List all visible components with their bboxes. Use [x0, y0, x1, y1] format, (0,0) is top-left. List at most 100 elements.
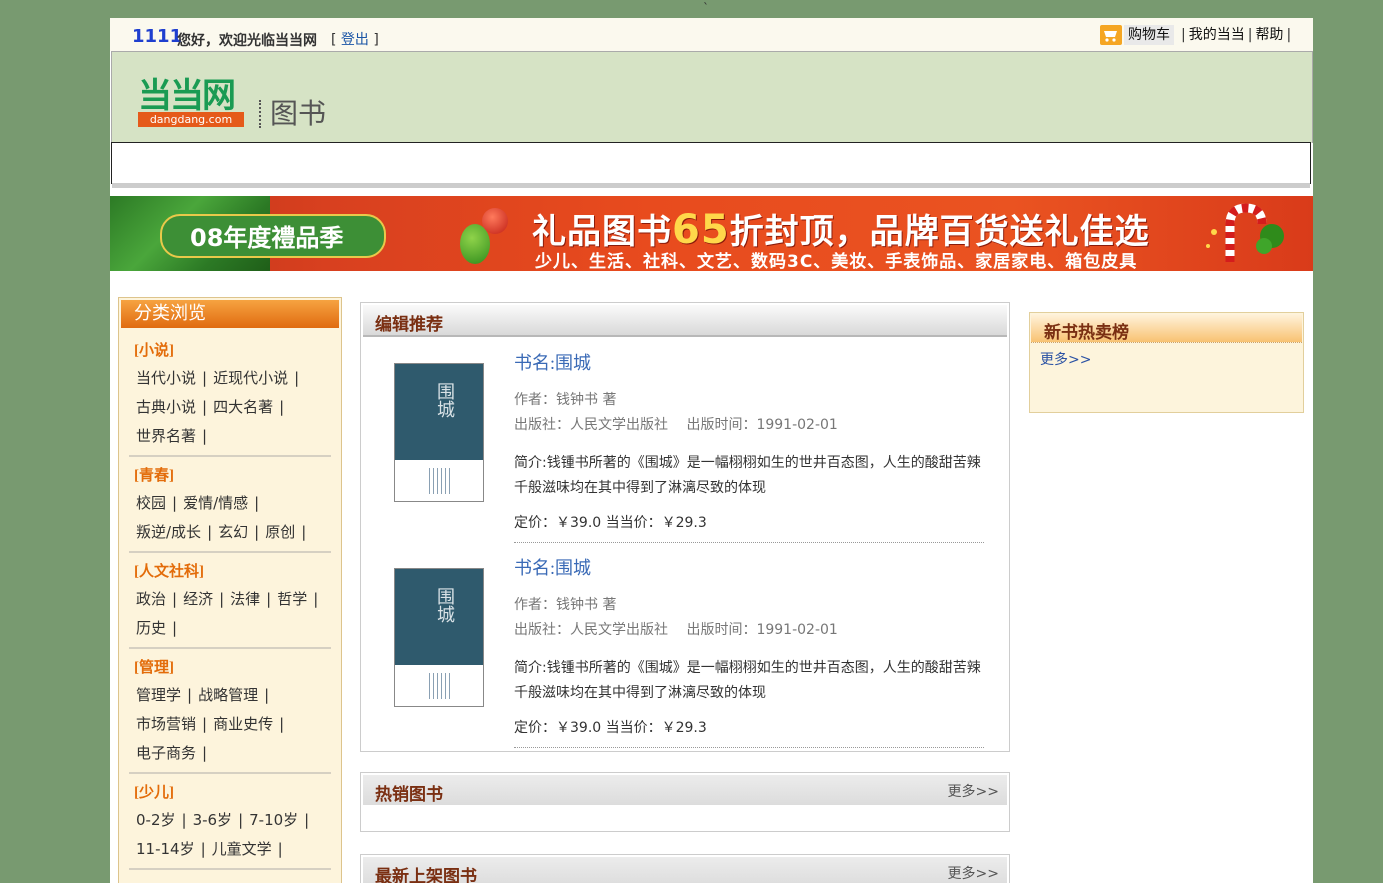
separator: |: [304, 811, 310, 829]
stray-mark: `: [703, 1, 709, 15]
separator: |: [172, 619, 178, 637]
category-list: [小说] 当代小说 | 近现代小说 | 古典小说 | 四大名著 | 世界名著 | [青春] 校园 | 爱情/…: [119, 332, 341, 870]
logo-divider: [259, 100, 263, 128]
category-line: 校园 | 爱情/情感 |: [129, 489, 331, 518]
ornament-icon: [482, 208, 508, 234]
book-publisher: 出版社：人民文学出版社 出版时间：1991-02-01: [514, 622, 838, 638]
my-dangdang-link[interactable]: 我的当当: [1189, 27, 1245, 43]
category-link[interactable]: 商业史传: [213, 715, 273, 733]
book-item: 围城 书名:围城 作者：钱钟书 著 出版社：人民文学出版社 出版时间：1991-…: [361, 508, 1009, 748]
help-link[interactable]: 帮助: [1255, 27, 1283, 43]
logo[interactable]: 当当网 dangdang.com: [138, 78, 244, 127]
book-cover[interactable]: 围城: [394, 363, 484, 502]
ranking-title: 新书热卖榜: [1044, 323, 1129, 343]
cart-icon[interactable]: [1100, 25, 1122, 45]
top-bar: 1111 您好，欢迎光临当当网 [ 登出 ] 购物车 | 我的当当 | 帮助 |: [110, 18, 1313, 51]
book-item: 围城 书名:围城 作者：钱钟书 著 出版社：人民文学出版社 出版时间：1991-…: [361, 303, 1009, 543]
separator: |: [202, 744, 208, 762]
logout-link[interactable]: 登出: [341, 32, 369, 48]
category-link[interactable]: 电子商务: [136, 744, 196, 762]
category-link[interactable]: 世界名著: [136, 427, 196, 445]
category-link[interactable]: 爱情/情感: [183, 494, 248, 512]
category-title[interactable]: [青春]: [129, 463, 331, 489]
book-description: 简介:钱锺书所著的《围城》是一幅栩栩如生的世井百态图，人生的酸甜苦辣千般滋味均在…: [514, 660, 981, 701]
separator: |: [279, 715, 285, 733]
separator: |: [187, 686, 193, 704]
username: 1111: [132, 26, 183, 47]
separator: |: [277, 840, 283, 858]
separator: |: [294, 369, 300, 387]
nav-bar: [111, 142, 1311, 184]
new-book-ranking-box: 新书热卖榜 更多>>: [1029, 312, 1304, 413]
promo-banner[interactable]: 08年度禮品季 礼品图书65折封顶，品牌百货送礼佳选 少儿、生活、社科、文艺、数…: [110, 196, 1313, 271]
top-links: | 我的当当 | 帮助 |: [1181, 27, 1292, 43]
category-title[interactable]: [少儿]: [129, 780, 331, 806]
category-link[interactable]: 政治: [136, 590, 166, 608]
category-line: 11-14岁 | 儿童文学 |: [129, 835, 331, 864]
category-link[interactable]: 近现代小说: [213, 369, 288, 387]
site-header: 当当网 dangdang.com 图书: [111, 51, 1313, 143]
category-link[interactable]: 历史: [136, 619, 166, 637]
separator: |: [266, 590, 272, 608]
category-link[interactable]: 0-2岁: [136, 811, 176, 829]
book-description: 简介:钱锺书所著的《围城》是一幅栩栩如生的世井百态图，人生的酸甜苦辣千般滋味均在…: [514, 455, 981, 496]
category-link[interactable]: 战略管理: [198, 686, 258, 704]
category-line: 政治 | 经济 | 法律 | 哲学 |: [129, 585, 331, 614]
category-line: 0-2岁 | 3-6岁 | 7-10岁 |: [129, 806, 331, 835]
hot-header: 热销图书 更多>>: [363, 775, 1007, 805]
ranking-header: 新书热卖榜: [1031, 314, 1302, 343]
category-group: [青春] 校园 | 爱情/情感 | 叛逆/成长 | 玄幻 | 原创 |: [129, 457, 331, 553]
book-author: 作者：钱钟书 著: [514, 392, 617, 408]
category-link[interactable]: 四大名著: [213, 398, 273, 416]
category-link[interactable]: 叛逆/成长: [136, 523, 201, 541]
ranking-more-link[interactable]: 更多>>: [1040, 349, 1091, 369]
category-link[interactable]: 经济: [183, 590, 213, 608]
separator: |: [200, 840, 206, 858]
category-title[interactable]: [小说]: [129, 338, 331, 364]
separator: |: [202, 427, 208, 445]
category-link[interactable]: 儿童文学: [212, 840, 272, 858]
category-line: 历史 |: [129, 614, 331, 643]
category-group: [小说] 当代小说 | 近现代小说 | 古典小说 | 四大名著 | 世界名著 |: [129, 332, 331, 457]
candy-cane-icon: [1206, 203, 1284, 262]
category-link[interactable]: 哲学: [277, 590, 307, 608]
page-container: 1111 您好，欢迎光临当当网 [ 登出 ] 购物车 | 我的当当 | 帮助 | 当当网…: [110, 18, 1313, 883]
separator: |: [172, 494, 178, 512]
separator: |: [301, 523, 307, 541]
category-link[interactable]: 原创: [265, 523, 295, 541]
cart-button[interactable]: 购物车: [1124, 25, 1174, 45]
divider: [514, 747, 984, 748]
category-link[interactable]: 古典小说: [136, 398, 196, 416]
category-group: [管理] 管理学 | 战略管理 | 市场营销 | 商业史传 | 电子商务 |: [129, 649, 331, 774]
category-link[interactable]: 管理学: [136, 686, 181, 704]
category-group: [少儿] 0-2岁 | 3-6岁 | 7-10岁 | 11-14岁 | 儿童文学 |: [129, 774, 331, 870]
category-link[interactable]: 玄幻: [218, 523, 248, 541]
hot-more-link[interactable]: 更多>>: [948, 781, 999, 801]
newest-books-box: 最新上架图书 更多>>: [360, 854, 1010, 883]
category-group: [人文社科] 政治 | 经济 | 法律 | 哲学 | 历史 |: [129, 553, 331, 649]
banner-headline: 礼品图书65折封顶，品牌百货送礼佳选: [532, 207, 1150, 253]
hot-title: 热销图书: [375, 785, 443, 805]
separator: |: [219, 590, 225, 608]
category-link[interactable]: 3-6岁: [193, 811, 233, 829]
separator: |: [254, 494, 260, 512]
category-link[interactable]: 法律: [230, 590, 260, 608]
category-title[interactable]: [管理]: [129, 655, 331, 681]
category-link[interactable]: 市场营销: [136, 715, 196, 733]
category-line: 电子商务 |: [129, 739, 331, 768]
book-cover[interactable]: 围城: [394, 568, 484, 707]
newest-header: 最新上架图书 更多>>: [363, 857, 1007, 883]
book-title-link[interactable]: 书名:围城: [514, 349, 984, 375]
category-link[interactable]: 当代小说: [136, 369, 196, 387]
category-title[interactable]: [人文社科]: [129, 559, 331, 585]
category-link[interactable]: 11-14岁: [136, 840, 195, 858]
separator: |: [202, 715, 208, 733]
hot-books-box: 热销图书 更多>>: [360, 772, 1010, 832]
banner-subline: 少儿、生活、社科、文艺、数码3C、美妆、手表饰品、家居家电、箱包皮具: [535, 252, 1138, 271]
book-title-link[interactable]: 书名:围城: [514, 554, 984, 580]
category-link[interactable]: 校园: [136, 494, 166, 512]
category-link[interactable]: 7-10岁: [249, 811, 298, 829]
newest-more-link[interactable]: 更多>>: [948, 863, 999, 883]
separator: |: [254, 523, 260, 541]
logout-area: [ 登出 ]: [331, 32, 379, 48]
